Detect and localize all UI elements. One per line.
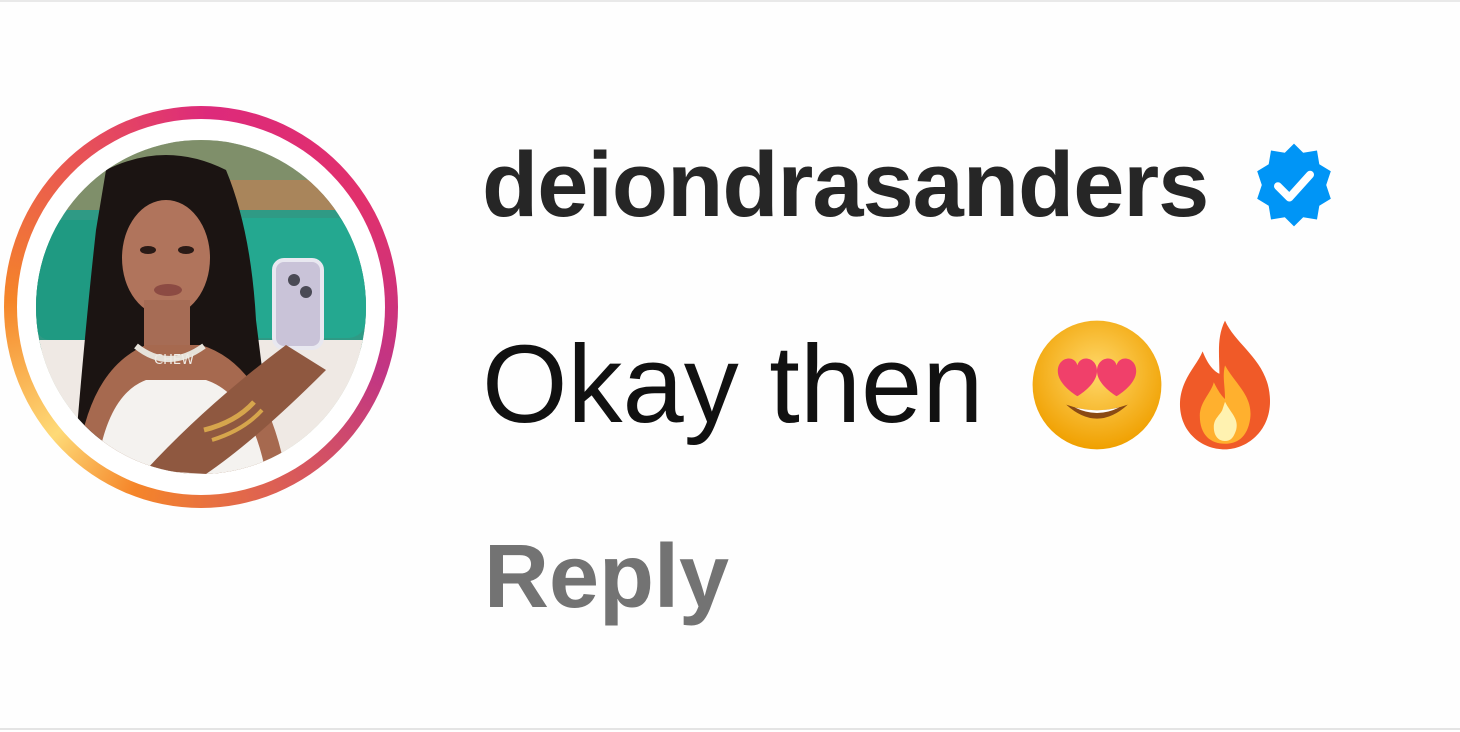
story-ring[interactable]: CHEW [4,106,398,508]
comment-item: CHEW deiondrasanders Okay then Reply [0,2,1460,732]
reply-button[interactable]: Reply [484,532,729,622]
smiling-face-with-heart-eyes-emoji [1027,315,1167,455]
necklace-text: CHEW [154,353,194,368]
verified-badge-icon [1248,126,1340,244]
avatar-gap: CHEW [17,119,385,495]
comment-username[interactable]: deiondrasanders [482,139,1209,231]
comment-body: Okay then [482,320,1283,450]
avatar[interactable]: CHEW [36,140,366,474]
comment-header: deiondrasanders [482,130,1340,240]
fire-emoji [1155,315,1295,455]
comment-container: CHEW deiondrasanders Okay then Reply [0,0,1460,730]
comment-text: Okay then [482,323,984,446]
avatar-photo-image: CHEW [36,140,366,474]
